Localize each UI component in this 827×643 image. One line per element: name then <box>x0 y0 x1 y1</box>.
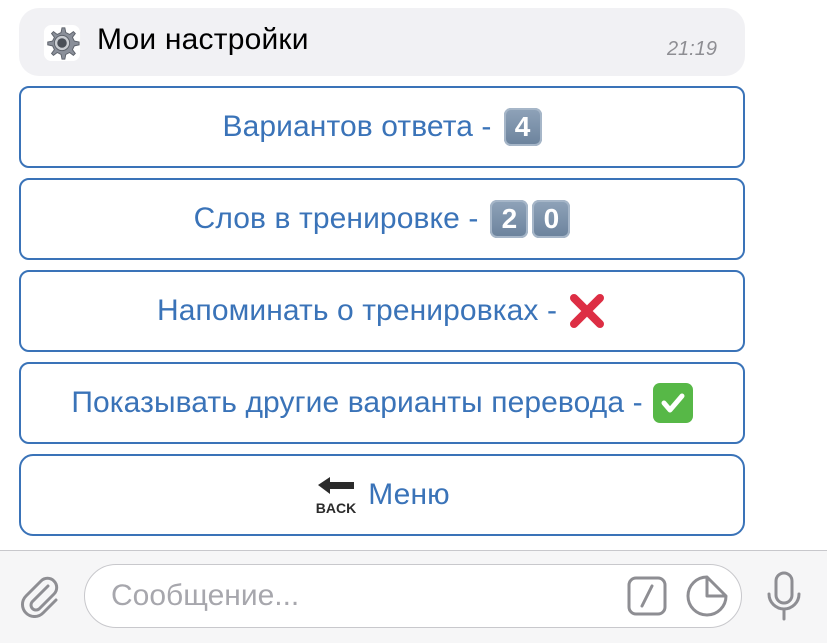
keycap-digit: 2 <box>490 200 529 238</box>
keycap-digit: 0 <box>532 200 571 238</box>
message-time: 21:19 <box>666 38 717 60</box>
cross-mark-icon <box>570 294 605 328</box>
microphone-icon[interactable] <box>762 570 806 622</box>
answer-options-button[interactable]: Вариантов ответа - 4 <box>19 86 745 168</box>
sticker-icon[interactable] <box>685 574 729 618</box>
gear-icon <box>43 24 81 62</box>
back-arrow-icon: BACK <box>316 477 356 516</box>
keycap-digit: 4 <box>503 108 542 146</box>
button-label: Вариантов ответа - <box>222 110 492 143</box>
bot-commands-icon[interactable] <box>626 575 668 617</box>
words-per-training-button[interactable]: Слов в тренировке - 2 0 <box>19 178 745 260</box>
message-bubble: Мои настройки 21:19 <box>19 8 745 76</box>
menu-button[interactable]: BACK Меню <box>19 454 745 536</box>
button-label: Напоминать о тренировках - <box>156 294 558 327</box>
message-title: Мои настройки <box>97 23 309 56</box>
paperclip-icon[interactable] <box>18 574 62 618</box>
check-mark-icon <box>652 383 693 423</box>
training-reminders-button[interactable]: Напоминать о тренировках - <box>19 270 745 352</box>
button-label: Показывать другие варианты перевода - <box>71 386 643 419</box>
show-other-translations-button[interactable]: Показывать другие варианты перевода - <box>19 362 745 444</box>
button-label: Слов в тренировке - <box>193 202 479 235</box>
back-icon-text: BACK <box>316 500 356 516</box>
button-label: Меню <box>368 478 450 511</box>
